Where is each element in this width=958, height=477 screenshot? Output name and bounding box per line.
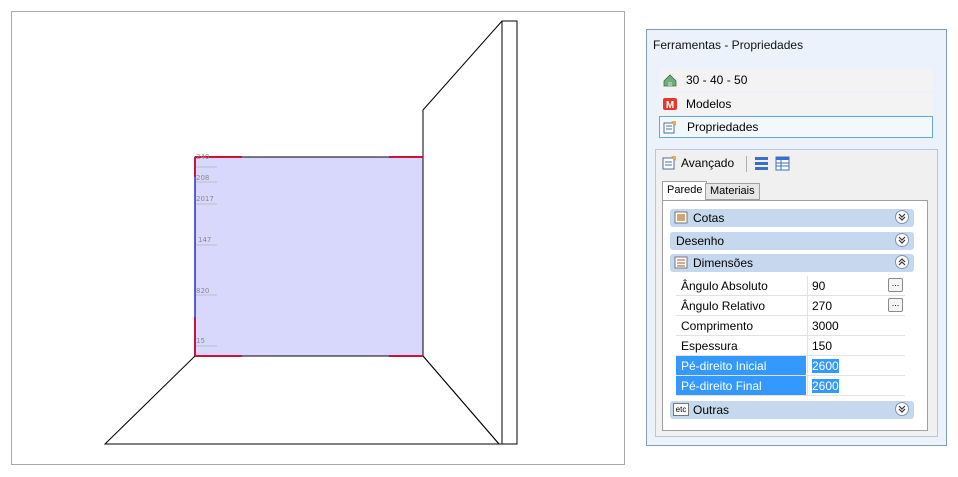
tool-item-label: Propriedades [687,120,759,134]
ellipsis-button[interactable]: ... [888,298,903,312]
house-icon [663,74,677,87]
chevron-down-icon[interactable] [895,233,909,247]
dimensions-icon [674,211,688,224]
ellipsis-button[interactable]: ... [888,278,903,292]
dimension-label: 820 [196,287,210,295]
advanced-properties-icon[interactable] [662,155,677,170]
dimension-label: 208 [196,174,210,182]
drawing-viewport[interactable]: 240 208 2017 147 820 15 [11,11,625,465]
tool-item-label: Modelos [686,97,732,111]
property-value[interactable]: 2600 [807,376,905,395]
tool-item-models[interactable]: M Modelos [659,93,933,115]
category-dimensoes[interactable]: Dimensões [670,254,914,272]
tool-item-preset[interactable]: 30 - 40 - 50 [659,69,933,91]
categorized-view-icon[interactable] [754,156,769,171]
etc-icon: etc [673,403,689,416]
property-row-angulo-absoluto[interactable]: Ângulo Absoluto 90 ... [676,276,905,296]
property-value[interactable]: 3000 [807,316,905,335]
models-m-icon: M [663,98,677,111]
property-value[interactable]: 90 ... [807,276,905,295]
property-name: Espessura [681,339,738,353]
room-drawing [103,20,518,445]
property-name: Comprimento [681,319,754,333]
floor-outline [103,355,501,445]
tab-parede[interactable]: Parede [662,181,708,201]
category-outras[interactable]: etc Outras [670,401,914,419]
property-value[interactable]: 2600 [807,356,905,375]
property-name: Pé-direito Final [676,376,806,395]
svg-text:M: M [666,100,674,111]
property-value[interactable]: 150 [807,336,905,355]
tools-properties-panel: Ferramentas - Propriedades 30 - 40 - 50 … [646,29,947,446]
property-row-comprimento[interactable]: Comprimento 3000 [676,316,905,336]
right-wall-outline [422,20,518,445]
table-view-icon[interactable] [775,156,790,171]
property-row-espessura[interactable]: Espessura 150 [676,336,905,356]
category-label: Outras [693,403,730,417]
tool-item-properties[interactable]: Propriedades [659,116,933,138]
selected-wall[interactable] [194,156,424,357]
tab-materiais[interactable]: Materiais [705,183,760,200]
property-name: Ângulo Absoluto [681,279,768,293]
property-row-pe-direito-final[interactable]: Pé-direito Final 2600 [676,376,905,396]
dimension-label: 15 [196,337,205,345]
property-name: Ângulo Relativo [681,299,766,313]
category-desenho[interactable]: Desenho [670,232,914,250]
category-label: Dimensões [693,256,754,270]
advanced-label[interactable]: Avançado [681,156,734,170]
toolbar-divider [746,156,747,172]
property-value[interactable]: 270 ... [807,296,905,315]
panel-title: Ferramentas - Propriedades [653,38,804,52]
category-label: Desenho [676,234,725,248]
property-row-pe-direito-inicial[interactable]: Pé-direito Inicial 2600 [676,356,905,376]
dimension-label: 147 [198,236,212,244]
chevron-down-icon[interactable] [895,402,909,416]
properties-body: Avançado Parede Materiais Cotas Desenho … [655,149,938,437]
chevron-up-icon[interactable] [895,255,909,269]
property-name: Pé-direito Inicial [676,356,806,375]
dimension-label: 240 [196,153,210,161]
dimensions-table-icon [674,256,688,269]
chevron-down-icon[interactable] [895,210,909,224]
tool-item-label: 30 - 40 - 50 [686,73,748,87]
category-cotas[interactable]: Cotas [670,209,914,227]
property-row-angulo-relativo[interactable]: Ângulo Relativo 270 ... [676,296,905,316]
dimension-label: 2017 [196,195,214,203]
category-label: Cotas [693,211,725,225]
properties-icon [663,121,676,134]
tab-content-parede: Cotas Desenho Dimensões Ângulo Absoluto … [662,200,928,431]
